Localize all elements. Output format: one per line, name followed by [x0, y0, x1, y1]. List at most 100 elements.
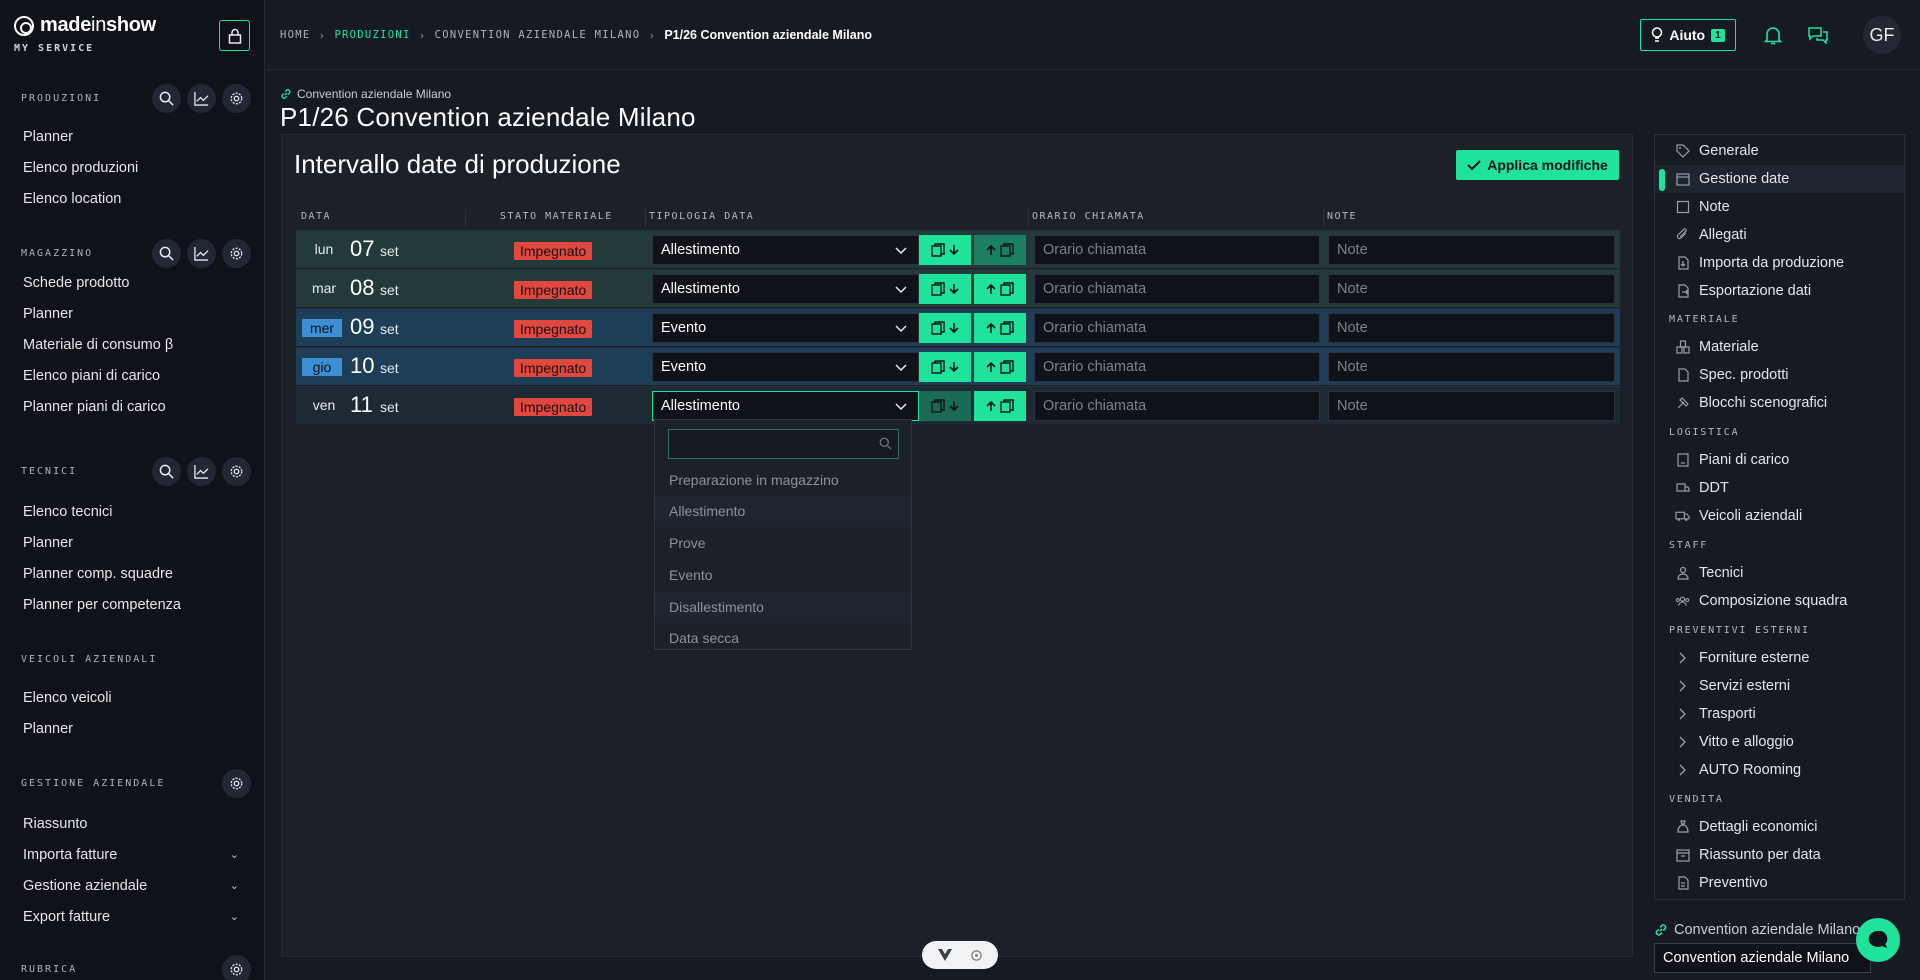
dropdown-option[interactable]: Evento — [655, 560, 911, 591]
tipologia-select[interactable]: Evento — [652, 313, 919, 343]
gear-icon[interactable] — [222, 457, 251, 486]
sidebar-item-gestione-aziendale[interactable]: Gestione aziendale ⌄ — [0, 871, 264, 902]
chart-icon[interactable] — [187, 457, 216, 486]
sidebar-item-elenco-location[interactable]: Elenco location — [0, 184, 264, 215]
sidebar-item-planner[interactable]: Planner — [0, 299, 264, 330]
apply-changes-button[interactable]: Applica modifiche — [1456, 150, 1619, 180]
dropdown-search-input[interactable] — [668, 429, 899, 459]
lock-button[interactable] — [219, 20, 250, 51]
orario-chiamata-input[interactable]: Orario chiamata — [1034, 274, 1320, 304]
chat-icon[interactable] — [1807, 24, 1829, 46]
sidebar-item-schede-prodotto[interactable]: Schede prodotto — [0, 268, 264, 299]
breadcrumb-produzioni[interactable]: PRODUZIONI — [334, 29, 410, 41]
sidebar-item-planner[interactable]: Planner — [0, 714, 264, 745]
dropdown-option[interactable]: Allestimento — [655, 496, 911, 527]
sidebar-item-planner-competenza[interactable]: Planner per competenza — [0, 590, 264, 621]
note-input[interactable]: Note — [1328, 274, 1615, 304]
nav-composizione-squadra[interactable]: Composizione squadra — [1655, 587, 1904, 615]
tipologia-select[interactable]: Evento — [652, 352, 919, 382]
dropdown-option[interactable]: Prove — [655, 528, 911, 559]
vue-devtools-icon[interactable] — [937, 949, 952, 961]
sidebar-item-riassunto[interactable]: Riassunto — [0, 809, 264, 840]
sidebar-item-materiale-consumo[interactable]: Materiale di consumo β — [0, 330, 264, 361]
search-icon[interactable] — [152, 239, 181, 268]
tipologia-select[interactable]: Allestimento — [652, 235, 919, 265]
search-icon[interactable] — [152, 457, 181, 486]
nav-importa-produzione[interactable]: Importa da produzione — [1655, 249, 1904, 277]
sidebar-section-produzioni: PRODUZIONI Planner Elenco produzioni Ele… — [0, 83, 264, 215]
nav-ddt[interactable]: DDT — [1655, 474, 1904, 502]
gear-icon[interactable] — [222, 955, 251, 980]
sidebar-item-planner-comp-squadre[interactable]: Planner comp. squadre — [0, 559, 264, 590]
sidebar-item-planner[interactable]: Planner — [0, 528, 264, 559]
dropdown-option[interactable]: Preparazione in magazzino — [655, 465, 911, 496]
nav-note[interactable]: Note — [1655, 193, 1904, 221]
sidebar-item-planner[interactable]: Planner — [0, 122, 264, 153]
nav-veicoli-aziendali[interactable]: Veicoli aziendali — [1655, 502, 1904, 530]
breadcrumb-convention[interactable]: CONVENTION AZIENDALE MILANO — [435, 29, 641, 41]
copy-down-button[interactable] — [919, 313, 971, 343]
copy-down-button[interactable] — [919, 391, 971, 421]
dropdown-option[interactable]: Disallestimento — [655, 592, 911, 623]
sidebar-item-planner-piani-carico[interactable]: Planner piani di carico — [0, 392, 264, 423]
nav-preventivo[interactable]: Preventivo — [1655, 869, 1904, 897]
nav-tecnici[interactable]: Tecnici — [1655, 559, 1904, 587]
copy-down-button[interactable] — [919, 274, 971, 304]
orario-chiamata-input[interactable]: Orario chiamata — [1034, 235, 1320, 265]
breadcrumb-home[interactable]: HOME — [280, 29, 311, 41]
brand[interactable]: madeinshow MY SERVICE — [14, 14, 156, 54]
gear-icon[interactable] — [222, 239, 251, 268]
nav-esportazione-dati[interactable]: Esportazione dati — [1655, 277, 1904, 305]
copy-up-button[interactable] — [974, 274, 1026, 304]
sidebar-item-elenco-tecnici[interactable]: Elenco tecnici — [0, 497, 264, 528]
copy-down-button[interactable] — [919, 235, 971, 265]
nav-allegati[interactable]: Allegati — [1655, 221, 1904, 249]
tipologia-select[interactable]: Allestimento — [652, 391, 919, 421]
parent-link[interactable]: Convention aziendale Milano — [280, 87, 451, 101]
copy-up-button[interactable] — [974, 391, 1026, 421]
nav-piani-carico[interactable]: Piani di carico — [1655, 446, 1904, 474]
nav-auto-rooming[interactable]: AUTO Rooming — [1655, 756, 1904, 784]
tipologia-select[interactable]: Allestimento — [652, 274, 919, 304]
nav-riassunto-per-data[interactable]: Riassunto per data — [1655, 841, 1904, 869]
copy-up-button[interactable] — [974, 352, 1026, 382]
nav-spec-prodotti[interactable]: Spec. prodotti — [1655, 361, 1904, 389]
nav-forniture-esterne[interactable]: Forniture esterne — [1655, 644, 1904, 672]
copy-up-button[interactable] — [974, 313, 1026, 343]
sidebar-item-importa-fatture[interactable]: Importa fatture ⌄ — [0, 840, 264, 871]
production-name-input[interactable]: Convention aziendale Milano — [1654, 943, 1871, 973]
copy-up-button[interactable] — [974, 235, 1026, 265]
nav-trasporti[interactable]: Trasporti — [1655, 700, 1904, 728]
nav-generale[interactable]: Generale — [1655, 137, 1904, 165]
dropdown-option[interactable]: Data secca — [655, 623, 911, 649]
note-input[interactable]: Note — [1328, 391, 1615, 421]
help-button[interactable]: Aiuto 1 — [1640, 19, 1736, 51]
target-icon[interactable] — [970, 949, 983, 962]
avatar[interactable]: GF — [1863, 16, 1901, 54]
bell-icon[interactable] — [1762, 24, 1784, 46]
chart-icon[interactable] — [187, 239, 216, 268]
sidebar-item-elenco-piani-carico[interactable]: Elenco piani di carico — [0, 361, 264, 392]
nav-dettagli-economici[interactable]: Dettagli economici — [1655, 813, 1904, 841]
search-icon[interactable] — [152, 84, 181, 113]
gear-icon[interactable] — [222, 84, 251, 113]
sidebar-item-elenco-veicoli[interactable]: Elenco veicoli — [0, 683, 264, 714]
production-link[interactable]: Convention aziendale Milano — [1654, 922, 1860, 938]
chat-support-button[interactable] — [1856, 918, 1900, 962]
chart-icon[interactable] — [187, 84, 216, 113]
copy-down-button[interactable] — [919, 352, 971, 382]
orario-chiamata-input[interactable]: Orario chiamata — [1034, 391, 1320, 421]
sidebar-item-export-fatture[interactable]: Export fatture ⌄ — [0, 902, 264, 933]
nav-gestione-date[interactable]: Gestione date — [1655, 165, 1904, 193]
nav-servizi-esterni[interactable]: Servizi esterni — [1655, 672, 1904, 700]
orario-chiamata-input[interactable]: Orario chiamata — [1034, 313, 1320, 343]
nav-materiale[interactable]: Materiale — [1655, 333, 1904, 361]
note-input[interactable]: Note — [1328, 352, 1615, 382]
sidebar-item-elenco-produzioni[interactable]: Elenco produzioni — [0, 153, 264, 184]
note-input[interactable]: Note — [1328, 313, 1615, 343]
orario-chiamata-input[interactable]: Orario chiamata — [1034, 352, 1320, 382]
nav-blocchi-scenografici[interactable]: Blocchi scenografici — [1655, 389, 1904, 417]
note-input[interactable]: Note — [1328, 235, 1615, 265]
nav-vitto-alloggio[interactable]: Vitto e alloggio — [1655, 728, 1904, 756]
gear-icon[interactable] — [222, 769, 251, 798]
